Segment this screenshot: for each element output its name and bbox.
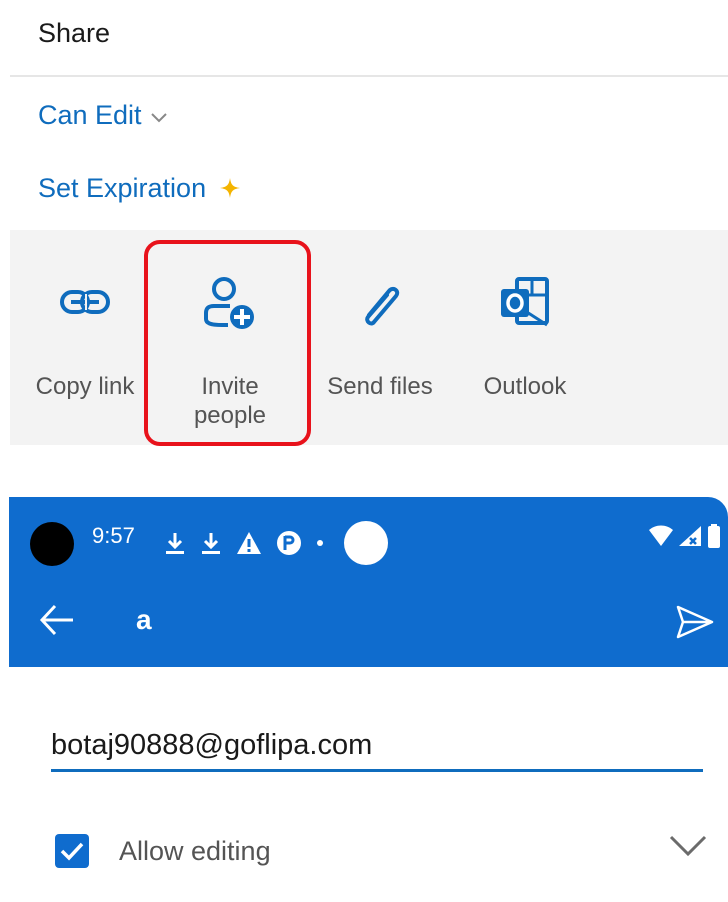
email-field[interactable] (51, 727, 703, 772)
warning-icon (237, 532, 261, 554)
allow-editing-checkbox[interactable]: Allow editing (55, 834, 271, 868)
invite-people-label: Invite people (193, 373, 267, 429)
send-files-label: Send files (327, 373, 433, 400)
notification-circle-icon (344, 521, 388, 565)
outlook-icon (501, 277, 549, 327)
copy-link-label: Copy link (35, 373, 135, 400)
app-bar-title: a (136, 604, 152, 635)
camera-cutout (30, 522, 74, 566)
outlook-label: Outlook (483, 373, 567, 400)
signal-icon (679, 526, 701, 546)
phone-screen: 9:57 a Allow editing (9, 497, 728, 902)
app-bar: a (9, 582, 728, 667)
allow-editing-label: Allow editing (119, 835, 271, 866)
send-icon[interactable] (676, 604, 714, 640)
sparkle-icon (220, 177, 241, 198)
divider (10, 75, 728, 77)
download-icon (202, 533, 220, 554)
download-icon (166, 533, 184, 554)
send-files-button[interactable]: Send files (315, 230, 445, 445)
chevron-down-icon (150, 112, 167, 122)
checkbox-checked[interactable] (55, 834, 89, 868)
back-arrow-icon[interactable] (37, 600, 77, 640)
can-edit-label: Can Edit (38, 100, 142, 130)
battery-icon (708, 524, 720, 548)
status-bar: 9:57 (9, 497, 728, 582)
status-time: 9:57 (92, 523, 135, 548)
copy-link-button[interactable]: Copy link (30, 230, 140, 445)
app-notification-icon (277, 531, 301, 555)
wifi-icon (649, 525, 673, 546)
share-title: Share (38, 18, 111, 48)
checkmark-icon (60, 842, 84, 861)
outlook-button[interactable]: Outlook (465, 230, 585, 445)
person-add-icon (204, 277, 254, 329)
share-options-panel: Copy link Invite people Send files Outlo… (10, 230, 728, 445)
chevron-down-icon[interactable] (668, 834, 708, 858)
link-icon (60, 290, 110, 314)
invite-people-button[interactable]: Invite people (155, 230, 305, 445)
set-expiration-label: Set Expiration (38, 173, 207, 203)
paperclip-icon (365, 286, 400, 326)
set-expiration-button[interactable]: Set Expiration (38, 173, 241, 204)
dot-icon (317, 540, 323, 546)
can-edit-dropdown[interactable]: Can Edit (38, 100, 168, 131)
